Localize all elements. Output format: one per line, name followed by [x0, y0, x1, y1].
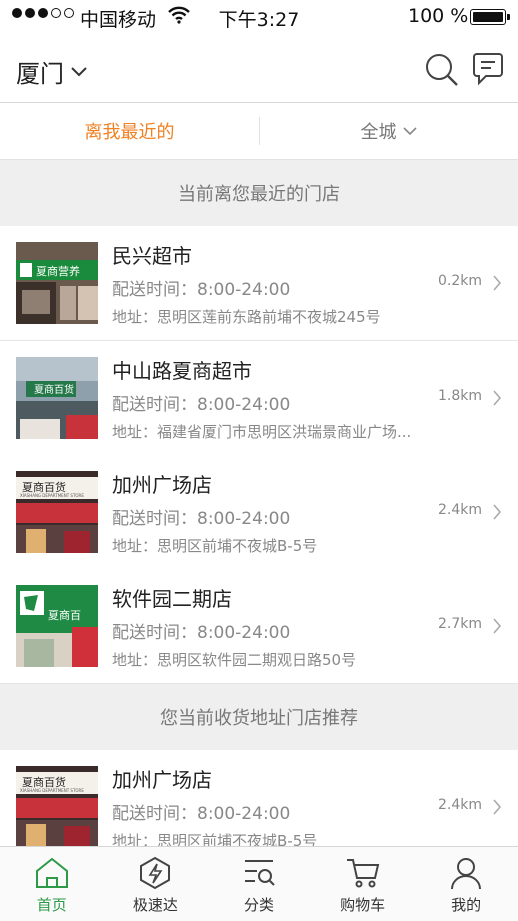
store-photo: 夏商百: [16, 585, 98, 667]
tab-nearest[interactable]: 离我最近的: [0, 103, 259, 159]
lightning-icon: [140, 856, 171, 890]
store-photo: 夏商百货 XIASHANG DEPARTMENT STORE: [16, 471, 98, 553]
store-sign-text: 夏商百货: [22, 775, 66, 789]
section-title: 当前离您最近的门店: [178, 184, 340, 205]
store-row[interactable]: 夏商百货 XIASHANG DEPARTMENT STORE 加州广场店 配送时…: [0, 455, 518, 570]
tab-category-label: 分类: [243, 896, 274, 914]
store-photo: 夏商营养: [16, 242, 98, 324]
tab-profile-label: 我的: [451, 896, 482, 914]
store-distance: 0.2km: [437, 273, 482, 289]
chevron-right-icon: [493, 390, 502, 406]
cart-icon: [346, 859, 379, 888]
filter-divider: [259, 117, 260, 145]
battery-percent: 100 %: [408, 5, 469, 27]
city-name: 厦门: [16, 60, 64, 88]
tab-area-label: 全城: [360, 122, 397, 143]
store-address: 地址：思明区前埔不夜城B-5号: [112, 537, 318, 555]
tab-nearest-label: 离我最近的: [84, 122, 175, 143]
bottom-tab-bar: 首页 极速达 分类 购物车 我的: [0, 846, 518, 921]
section-header-recommended: 您当前收货地址门店推荐: [0, 684, 518, 750]
store-hours: 配送时间：8:00-24:00: [112, 623, 291, 643]
battery-icon: [470, 9, 510, 25]
user-icon: [451, 858, 482, 890]
store-name: 加州广场店: [112, 473, 212, 497]
store-distance: 2.7km: [437, 616, 482, 632]
store-sign-text: 夏商百货: [22, 480, 66, 494]
store-address: 地址：思明区莲前东路前埔不夜城245号: [112, 308, 381, 326]
store-sign-text: 夏商营养: [36, 264, 80, 278]
chevron-right-icon: [493, 504, 502, 520]
chevron-down-icon: [402, 127, 417, 136]
tab-express-label: 极速达: [132, 896, 178, 914]
category-icon: [244, 860, 275, 886]
store-sign-text: 夏商百货: [34, 383, 74, 396]
top-nav: 厦门: [0, 34, 518, 103]
search-icon[interactable]: [424, 52, 460, 88]
chevron-down-icon: [71, 66, 87, 76]
store-address: 地址：福建省厦门市思明区洪瑞景商业广场...: [112, 423, 412, 441]
store-distance: 2.4km: [437, 502, 482, 518]
store-name: 加州广场店: [112, 768, 212, 792]
tab-express[interactable]: 极速达: [104, 847, 208, 921]
home-icon: [35, 857, 68, 888]
tab-cart[interactable]: 购物车: [311, 847, 415, 921]
tab-area[interactable]: 全城: [259, 103, 518, 159]
message-icon[interactable]: [472, 52, 504, 86]
store-row[interactable]: 夏商百 软件园二期店 配送时间：8:00-24:00 地址：思明区软件园二期观日…: [0, 569, 518, 684]
store-photo: 夏商百货: [16, 357, 98, 439]
status-bar: 中国移动 下午3:27 100 %: [0, 0, 518, 34]
tab-home-label: 首页: [36, 896, 67, 914]
store-name: 软件园二期店: [112, 587, 232, 611]
tab-profile[interactable]: 我的: [414, 847, 518, 921]
store-distance: 1.8km: [437, 388, 482, 404]
store-hours: 配送时间：8:00-24:00: [112, 280, 291, 300]
store-hours: 配送时间：8:00-24:00: [112, 804, 291, 824]
store-address: 地址：思明区软件园二期观日路50号: [112, 651, 357, 669]
store-sign-text: 夏商百: [48, 608, 81, 622]
chevron-right-icon: [493, 618, 502, 634]
filter-bar: 离我最近的 全城: [0, 103, 518, 160]
store-row[interactable]: 夏商营养 民兴超市 配送时间：8:00-24:00 地址：思明区莲前东路前埔不夜…: [0, 226, 518, 341]
tab-home[interactable]: 首页: [0, 847, 104, 921]
store-hours: 配送时间：8:00-24:00: [112, 509, 291, 529]
store-hours: 配送时间：8:00-24:00: [112, 395, 291, 415]
store-sign-subtext: XIASHANG DEPARTMENT STORE: [20, 788, 84, 793]
chevron-right-icon: [493, 275, 502, 291]
store-sign-subtext: XIASHANG DEPARTMENT STORE: [20, 493, 84, 498]
city-selector[interactable]: 厦门: [16, 54, 88, 89]
section-header-nearest: 当前离您最近的门店: [0, 160, 518, 226]
store-row[interactable]: 夏商百货 中山路夏商超市 配送时间：8:00-24:00 地址：福建省厦门市思明…: [0, 341, 518, 456]
store-photo: 夏商百货 XIASHANG DEPARTMENT STORE: [16, 766, 98, 848]
section-title: 您当前收货地址门店推荐: [160, 708, 358, 729]
store-distance: 2.4km: [437, 797, 482, 813]
tab-cart-label: 购物车: [340, 896, 386, 914]
store-name: 中山路夏商超市: [112, 359, 252, 383]
store-name: 民兴超市: [112, 244, 192, 268]
chevron-right-icon: [493, 799, 502, 815]
tab-category[interactable]: 分类: [207, 847, 311, 921]
